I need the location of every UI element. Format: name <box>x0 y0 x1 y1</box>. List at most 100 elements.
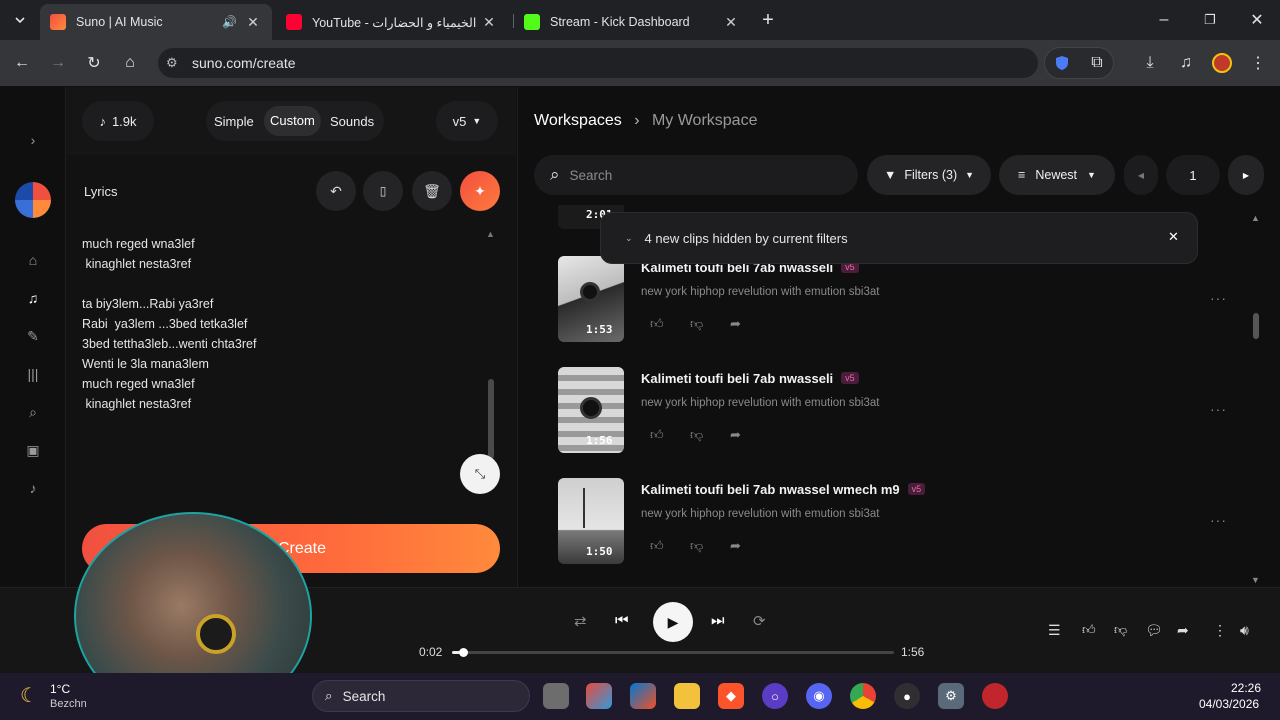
extensions-puzzle-icon[interactable]: ⧉ <box>1083 49 1111 77</box>
home-icon[interactable]: ⌂ <box>23 250 43 270</box>
file-explorer-icon[interactable] <box>674 683 700 709</box>
library-icon[interactable]: ||| <box>23 364 43 384</box>
clip-row[interactable]: 1:50 Kalimeti toufi beli 7ab nwassel wme… <box>558 478 1258 568</box>
close-tab-icon[interactable]: ✕ <box>722 14 740 31</box>
volume-icon[interactable]: 🔊︎ <box>1240 622 1249 639</box>
reload-icon[interactable]: ↻ <box>80 49 108 77</box>
shield-extension-icon[interactable] <box>1048 49 1076 77</box>
lyrics-textarea[interactable]: much reged wna3lef kinaghlet nesta3ref t… <box>82 234 482 414</box>
suno-logo-icon[interactable] <box>15 182 51 218</box>
next-track-icon[interactable]: ⏭︎ <box>711 612 725 629</box>
taskbar-search[interactable]: ⌕ Search <box>312 680 530 712</box>
obs-icon[interactable]: ● <box>894 683 920 709</box>
share-icon[interactable]: ➦ <box>730 427 741 443</box>
share-icon[interactable]: ➦ <box>730 538 741 554</box>
share-icon[interactable]: ➦ <box>730 316 741 332</box>
settings-gear-icon[interactable]: ⚙ <box>938 683 964 709</box>
brave-browser-icon[interactable]: ◆ <box>718 683 744 709</box>
close-tab-icon[interactable]: ✕ <box>480 14 498 31</box>
discord-icon[interactable]: ◉ <box>806 683 832 709</box>
comment-icon[interactable]: 💬︎ <box>1145 622 1163 639</box>
tab-youtube[interactable]: YouTube - الخيمياء و الحضارات ! ✕ <box>276 4 508 40</box>
shuffle-icon[interactable]: ⇄ <box>574 612 587 630</box>
undo-button[interactable]: ↶ <box>316 171 356 211</box>
search-input[interactable]: ⌕ Search <box>534 155 858 195</box>
mode-sounds[interactable]: Sounds <box>330 114 374 129</box>
like-icon[interactable]: 👍︎ <box>650 316 664 332</box>
filters-button[interactable]: ▼ Filters (3) ▼ <box>867 155 991 195</box>
downloads-icon[interactable]: ⤓ <box>1136 49 1164 77</box>
task-view-icon[interactable] <box>543 683 569 709</box>
expand-chevron-icon[interactable]: › <box>23 130 43 150</box>
new-tab-icon[interactable]: + <box>754 6 782 34</box>
dislike-icon[interactable]: 👎︎ <box>1114 622 1127 638</box>
scroll-up-icon[interactable]: ▲ <box>1251 213 1260 223</box>
speaker-icon[interactable]: 🔊 <box>222 15 244 29</box>
workspace-scrollbar[interactable] <box>1253 313 1259 339</box>
page-prev-button[interactable]: ◀ <box>1124 155 1158 195</box>
search-icon[interactable]: ⌕ <box>23 402 43 422</box>
dislike-icon[interactable]: 👎︎ <box>690 427 703 443</box>
mode-simple[interactable]: Simple <box>214 114 254 129</box>
like-icon[interactable]: 👍︎ <box>650 427 664 443</box>
close-window-icon[interactable]: ✕ <box>1243 6 1271 34</box>
clip-thumbnail[interactable]: 1:53 <box>558 256 624 342</box>
share-icon[interactable]: ➦ <box>1177 622 1189 639</box>
restore-icon[interactable]: ❐ <box>1196 6 1224 34</box>
queue-icon[interactable]: ☰ <box>1048 622 1061 639</box>
studio-icon[interactable]: ✎ <box>23 326 43 346</box>
play-button[interactable]: ▶ <box>653 602 693 642</box>
close-notice-icon[interactable]: ✕ <box>1168 229 1179 245</box>
forward-icon[interactable]: → <box>44 49 72 77</box>
home-icon[interactable]: ⌂ <box>116 49 144 77</box>
page-next-button[interactable]: ▶ <box>1228 155 1264 195</box>
progress-track[interactable] <box>452 648 894 657</box>
close-tab-icon[interactable]: ✕ <box>244 14 262 31</box>
scroll-down-icon[interactable]: ▼ <box>1251 575 1260 585</box>
bookmark-button[interactable]: ▯ <box>363 171 403 211</box>
chrome-icon[interactable] <box>850 683 876 709</box>
breadcrumb-workspaces[interactable]: Workspaces <box>534 112 622 129</box>
weather-icon[interactable]: ☾ <box>20 683 38 708</box>
tab-search-icon[interactable] <box>6 6 34 34</box>
dislike-icon[interactable]: 👎︎ <box>690 538 703 554</box>
minimize-icon[interactable]: – <box>1150 6 1178 34</box>
tab-suno[interactable]: Suno | AI Music 🔊 ✕ <box>40 4 272 40</box>
dislike-icon[interactable]: 👎︎ <box>690 316 703 332</box>
more-options-icon[interactable]: ⋮ <box>1213 622 1227 639</box>
delete-button[interactable]: 🗑 <box>412 171 452 211</box>
like-icon[interactable]: 👍︎ <box>650 538 664 554</box>
create-music-icon[interactable]: ♫ <box>23 288 43 308</box>
browser-menu-icon[interactable]: ⋮ <box>1244 49 1272 77</box>
more-options-icon[interactable]: ··· <box>1210 290 1227 306</box>
profile-avatar-icon[interactable] <box>1208 49 1236 77</box>
clip-title[interactable]: Kalimeti toufi beli 7ab nwassel wmech m9… <box>641 482 926 497</box>
address-bar[interactable]: ⚙ suno.com/create <box>158 48 1038 78</box>
collapse-button[interactable]: ⤡ <box>460 454 500 494</box>
back-icon[interactable]: ← <box>8 49 36 77</box>
media-control-icon[interactable]: ♫ <box>1172 49 1200 77</box>
shop-icon[interactable]: ▣ <box>23 440 43 460</box>
cortana-icon[interactable]: ○ <box>762 683 788 709</box>
clip-title[interactable]: Kalimeti toufi beli 7ab nwasseli v5 <box>641 371 859 386</box>
magic-wand-button[interactable]: ✦ <box>460 171 500 211</box>
lyrics-scroll-up-icon[interactable]: ▲ <box>486 229 495 239</box>
hidden-clips-notice[interactable]: ⌄ 4 new clips hidden by current filters <box>600 212 1198 264</box>
clip-thumbnail[interactable]: 1:50 <box>558 478 624 564</box>
site-info-icon[interactable]: ⚙ <box>166 55 188 71</box>
clip-thumbnail[interactable]: 1:56 <box>558 367 624 453</box>
widgets-icon[interactable] <box>586 683 612 709</box>
more-options-icon[interactable]: ··· <box>1210 512 1227 528</box>
repeat-icon[interactable]: ⟳ <box>753 612 766 630</box>
tab-kick[interactable]: Stream - Kick Dashboard ✕ <box>514 4 750 40</box>
previous-track-icon[interactable]: ⏮︎ <box>615 612 629 629</box>
lyrics-scrollbar[interactable] <box>488 379 494 459</box>
mode-custom[interactable]: Custom <box>264 106 321 136</box>
progress-knob[interactable] <box>458 648 468 657</box>
notifications-bell-icon[interactable]: ♪ <box>23 478 43 498</box>
more-options-icon[interactable]: ··· <box>1210 401 1227 417</box>
store-icon[interactable] <box>630 683 656 709</box>
credits-pill[interactable]: ♪ 1.9k <box>82 101 154 141</box>
like-icon[interactable]: 👍︎ <box>1082 622 1096 638</box>
model-select[interactable]: v5 ▼ <box>436 101 498 141</box>
